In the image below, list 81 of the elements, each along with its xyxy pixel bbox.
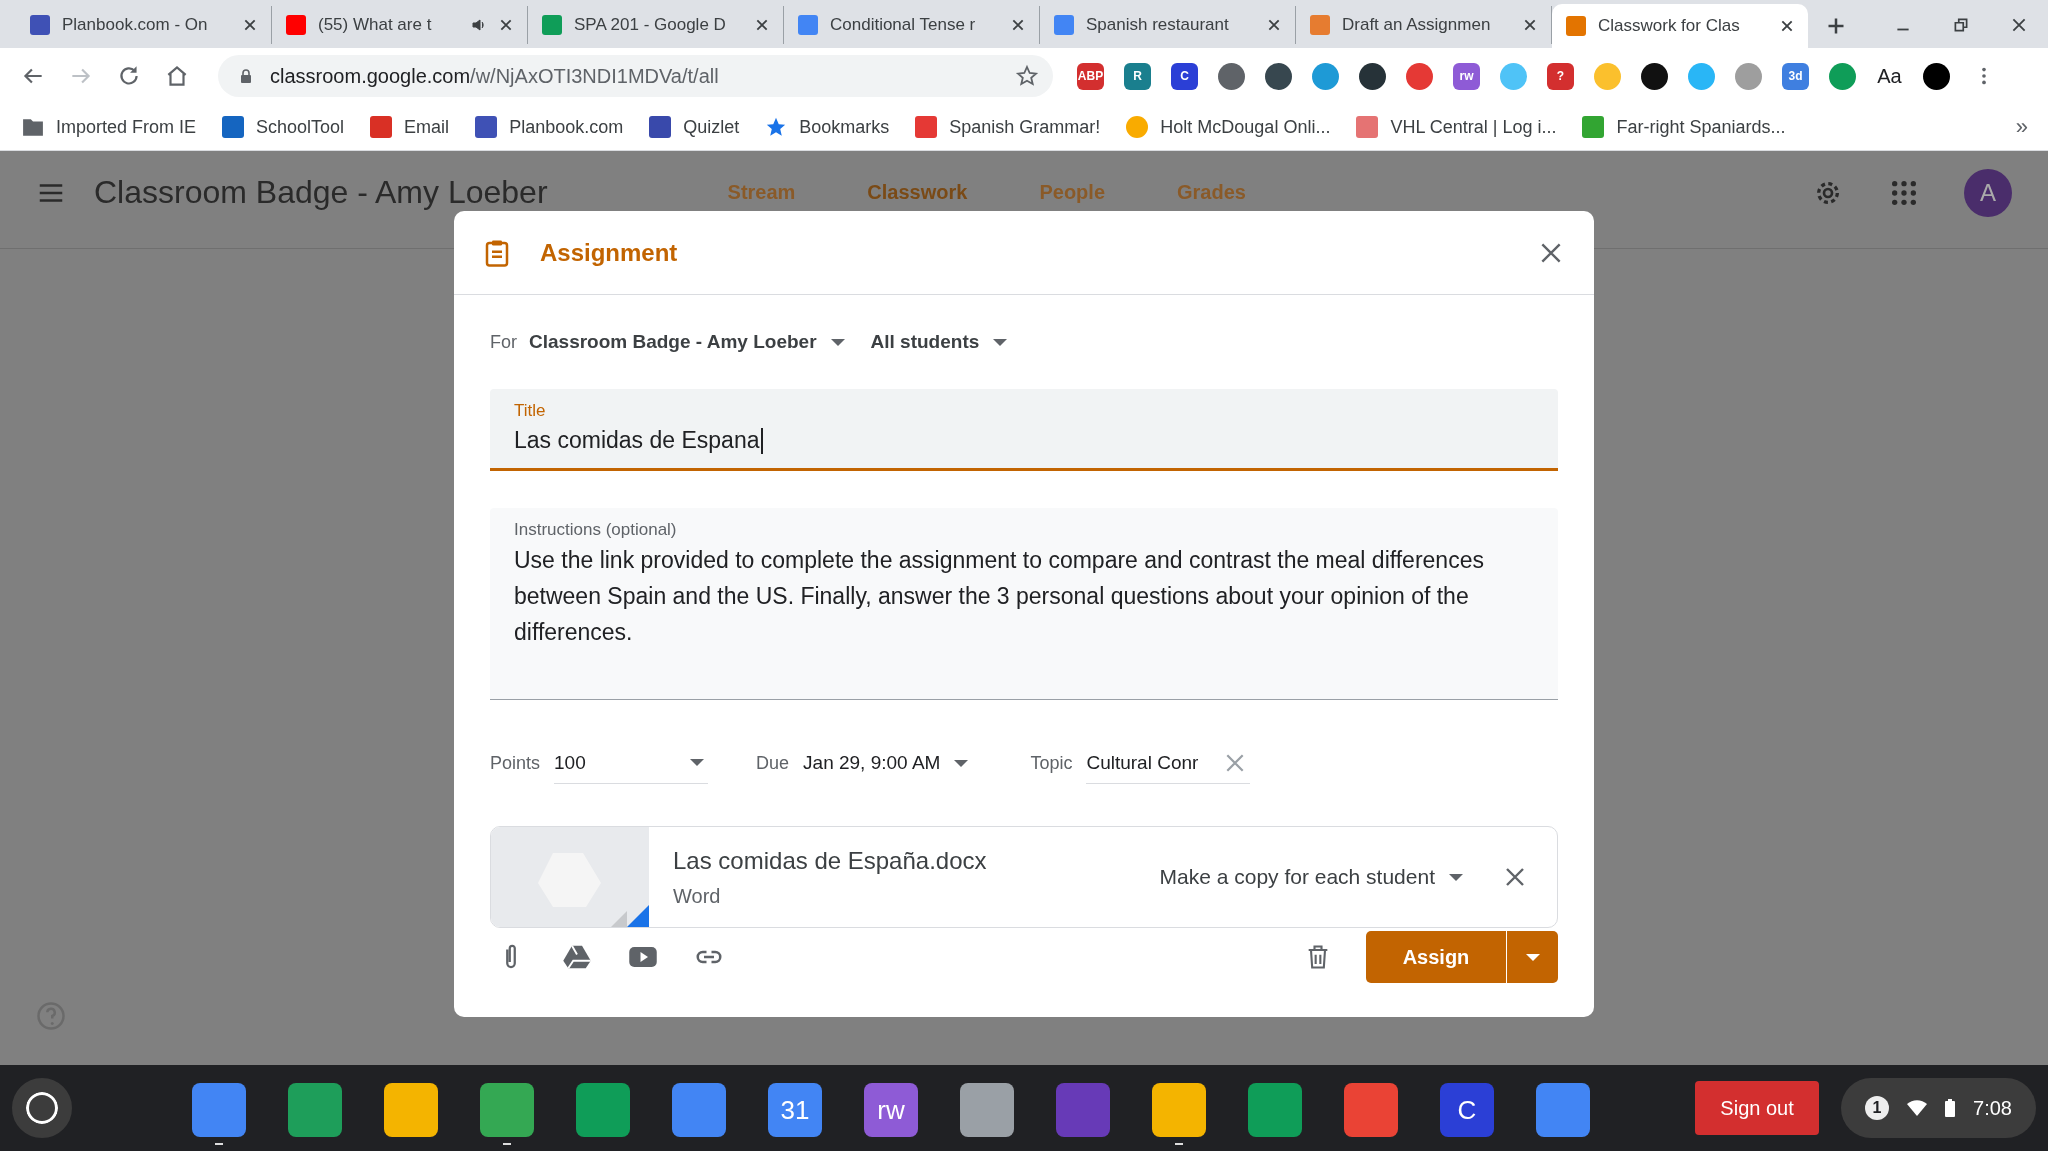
tab-title: Spanish restaurant	[1086, 15, 1230, 35]
extension-icon[interactable]: C	[1171, 62, 1198, 90]
tab-title: Planbook.com - On	[62, 15, 209, 35]
assign-options-button[interactable]	[1506, 931, 1558, 983]
points-dropdown[interactable]: 100	[554, 742, 709, 784]
browser-tab[interactable]: Planbook.com - On	[16, 6, 272, 44]
bookmark[interactable]: VHL Central | Log i...	[1356, 116, 1557, 138]
app-icon[interactable]: 31	[768, 1083, 822, 1137]
bookmark[interactable]: Quizlet	[649, 116, 740, 138]
notification-count: 1	[1865, 1096, 1890, 1120]
points-label: Points	[490, 752, 541, 774]
sign-out-button[interactable]: Sign out	[1695, 1081, 1820, 1135]
bookmark[interactable]: Spanish Grammar!	[915, 116, 1101, 138]
extension-icon[interactable]	[1218, 62, 1245, 90]
status-tray[interactable]: 1 7:08	[1841, 1078, 2036, 1138]
extension-icon[interactable]: ABP	[1077, 62, 1104, 90]
instructions-field[interactable]: Instructions (optional) Use the link provided to complete the assignment to compare and contrast the meal differences between Spain and the US. Finally, answer the 3 personal questions about your opinion of the differences.	[490, 508, 1558, 700]
wifi-icon	[1907, 1100, 1928, 1116]
topic-label: Topic	[1030, 752, 1073, 774]
browser-tab[interactable]: Spanish restaurant	[1040, 6, 1296, 44]
extension-icon[interactable]: Aa	[1876, 62, 1903, 90]
close-icon[interactable]	[1523, 18, 1537, 32]
class-dropdown[interactable]: Classroom Badge - Amy Loeber	[529, 331, 845, 353]
close-icon[interactable]	[1011, 18, 1025, 32]
more-bookmarks-button[interactable]: »	[2015, 114, 2028, 140]
dialog-title: Assignment	[540, 238, 678, 267]
file-type: Word	[673, 884, 722, 908]
extension-icon[interactable]	[1923, 62, 1950, 90]
tab-title: SPA 201 - Google D	[574, 15, 727, 35]
bookmark[interactable]: SchoolTool	[222, 116, 345, 138]
tab-title: Conditional Tense r	[830, 15, 977, 35]
new-tab-icon[interactable]	[1826, 16, 1846, 36]
browser-tab[interactable]: (55) What are t	[272, 6, 528, 44]
launcher-button[interactable]	[12, 1078, 72, 1138]
extension-icon[interactable]: R	[1124, 62, 1151, 90]
close-icon[interactable]	[1780, 19, 1794, 33]
assign-button[interactable]: Assign	[1366, 931, 1506, 983]
extension-icon[interactable]: 3d	[1782, 62, 1809, 90]
bookmark[interactable]: Email	[370, 116, 450, 138]
browser-tab[interactable]: Classwork for Clas	[1552, 4, 1808, 48]
app-icon[interactable]: rw	[864, 1083, 918, 1137]
close-icon[interactable]	[1267, 18, 1281, 32]
speaker-icon[interactable]	[471, 17, 487, 33]
bookmark[interactable]: Far-right Spaniards...	[1582, 116, 1786, 138]
menu-icon[interactable]	[1980, 65, 1988, 87]
lock-icon	[238, 68, 254, 84]
star-icon[interactable]	[1015, 64, 1039, 88]
close-icon[interactable]	[243, 18, 257, 32]
browser-tab[interactable]: Draft an Assignmen	[1296, 6, 1552, 44]
restore-icon[interactable]	[1952, 16, 1970, 34]
file-name[interactable]: Las comidas de España.docx	[673, 846, 987, 875]
bookmark[interactable]: Imported From IE	[22, 116, 197, 138]
extension-icon[interactable]: ?	[1547, 62, 1574, 90]
browser-tab[interactable]: Conditional Tense r	[784, 6, 1040, 44]
class-title: Classroom Badge - Amy Loeber	[94, 174, 548, 211]
extension-icon[interactable]	[1265, 62, 1292, 90]
close-icon[interactable]	[2010, 16, 2028, 34]
address-bar[interactable]: classroom.google.com/w/NjAxOTI3NDI1MDVa/t/all	[218, 55, 1053, 97]
app-icon[interactable]: C	[1440, 1083, 1494, 1137]
bookmark[interactable]: Planbook.com	[475, 116, 624, 138]
title-field[interactable]: Title Las comidas de Espana	[490, 389, 1558, 471]
sharing-dropdown[interactable]: Make a copy for each student	[1159, 865, 1463, 889]
extension-icon[interactable]: rw	[1453, 62, 1480, 90]
bookmark[interactable]: Bookmarks	[765, 116, 890, 138]
students-dropdown[interactable]: All students	[870, 331, 1008, 353]
extension-icon[interactable]	[1641, 62, 1668, 90]
clock: 7:08	[1973, 1096, 2012, 1120]
bookmark[interactable]: Holt McDougal Onli...	[1126, 116, 1331, 138]
tab-title: Draft an Assignmen	[1342, 15, 1492, 35]
topic-field[interactable]: Cultural Conr	[1086, 742, 1251, 784]
battery-icon	[1945, 1099, 1956, 1117]
extension-icon[interactable]	[1359, 62, 1386, 90]
tab-title: Classwork for Clas	[1598, 16, 1741, 36]
close-icon[interactable]	[755, 18, 769, 32]
avatar[interactable]: A	[1964, 168, 2012, 217]
browser-tab[interactable]: SPA 201 - Google D	[528, 6, 784, 44]
tab-title: (55) What are t	[318, 15, 433, 35]
due-dropdown[interactable]: Jan 29, 9:00 AM	[803, 752, 969, 774]
for-label: For	[490, 331, 517, 353]
close-icon[interactable]	[499, 18, 513, 32]
due-label: Due	[756, 752, 790, 774]
